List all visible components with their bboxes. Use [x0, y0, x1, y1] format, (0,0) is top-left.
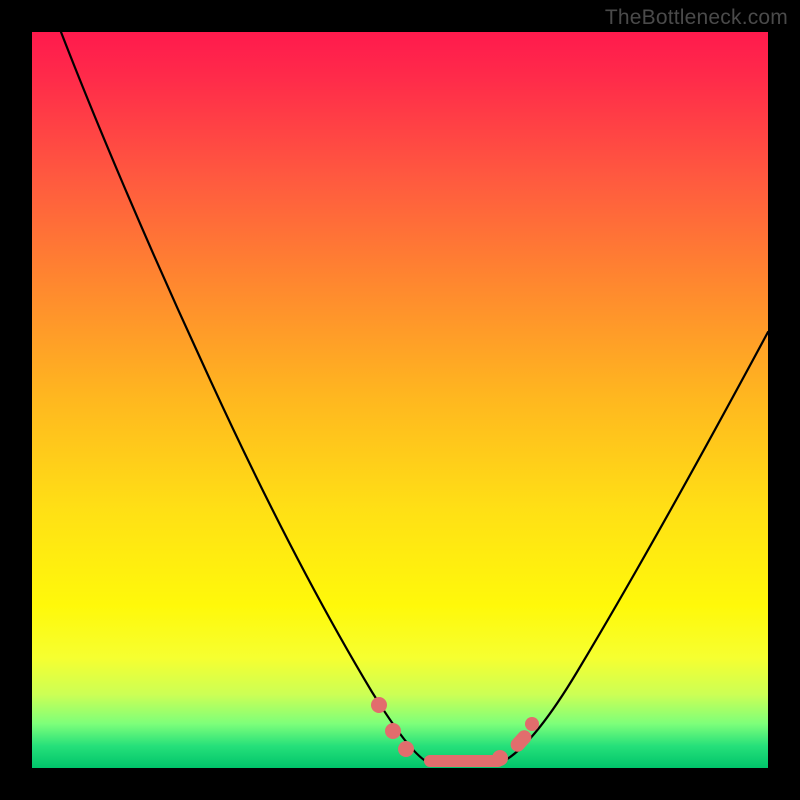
marker-dot [385, 723, 401, 739]
marker-pill [508, 727, 534, 754]
marker-dot [398, 741, 414, 757]
marker-dot [371, 697, 387, 713]
marker-dot [525, 717, 539, 731]
left-curve [61, 32, 427, 762]
right-curve [502, 332, 768, 762]
valley-bar [424, 755, 504, 767]
chart-frame: TheBottleneck.com [0, 0, 800, 800]
watermark-text: TheBottleneck.com [605, 6, 788, 30]
marker-dot [492, 750, 508, 766]
plot-area [32, 32, 768, 768]
curve-svg [32, 32, 768, 768]
